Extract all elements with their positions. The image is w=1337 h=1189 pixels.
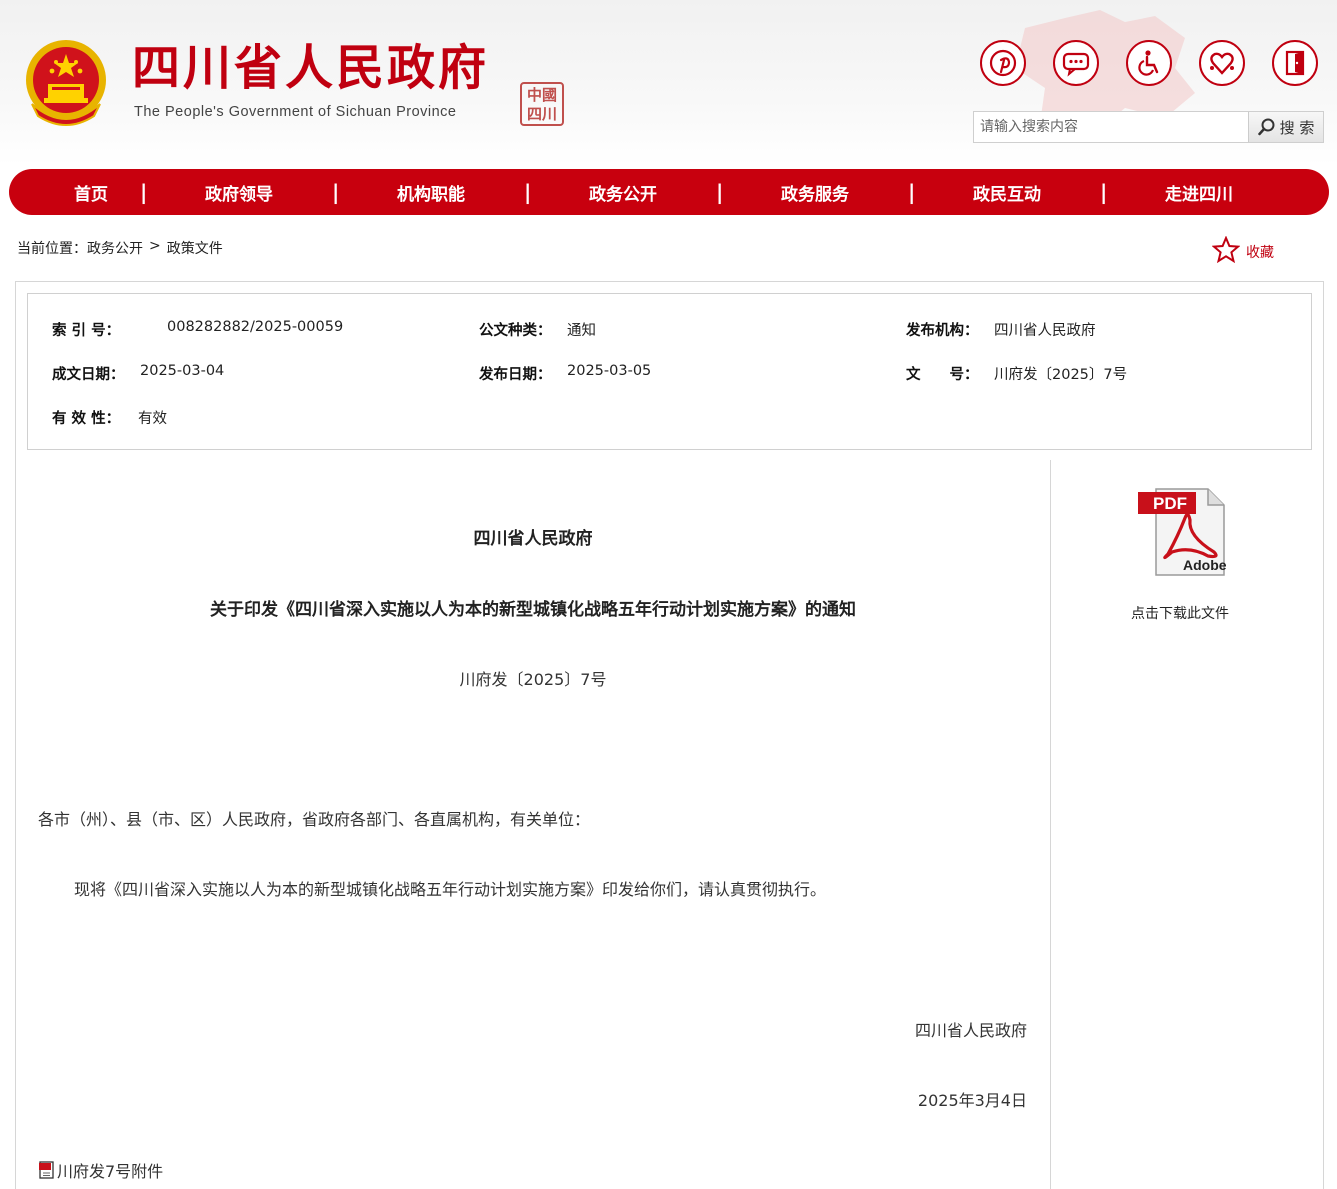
meta-doctype-label: 公文种类： (479, 323, 552, 339)
nav-item-home[interactable]: 首页 (53, 180, 129, 205)
document-icon (39, 1161, 54, 1179)
meta-doctype-value: 通知 (567, 323, 596, 339)
nav-item-services[interactable]: 政务服务 (765, 180, 865, 205)
meta-doctype: 公文种类： 通知 (479, 319, 596, 340)
main-nav: 首页 | 政府领导 | 机构职能 | 政务公开 | 政务服务 | 政民互动 | … (9, 169, 1329, 215)
meta-publisher-label: 发布机构： (906, 323, 979, 339)
search-input[interactable] (974, 112, 1248, 142)
meta-validity: 有 效 性： 有效 (52, 407, 167, 428)
meta-publisher-value: 四川省人民政府 (994, 323, 1096, 339)
pdf-brand-label: Adobe (1183, 557, 1226, 573)
meta-created-label: 成文日期： (52, 367, 125, 383)
quick-icon-bar (980, 40, 1318, 86)
search-button-label: 搜 索 (1279, 118, 1315, 137)
attachment-label: 川府发7号附件 (57, 1162, 164, 1181)
star-icon (1212, 236, 1240, 263)
document-title: 关于印发《四川省深入实施以人为本的新型城镇化战略五年行动计划实施方案》的通知 (210, 600, 856, 620)
site-title: 四川省人民政府 (132, 40, 490, 96)
meta-validity-label: 有 效 性： (52, 411, 121, 427)
breadcrumb-item-policy-docs[interactable]: 政策文件 (167, 238, 223, 258)
nav-separator: | (140, 180, 148, 204)
pdf-download-icon[interactable]: PDF Adobe (1138, 486, 1227, 578)
nav-separator: | (716, 180, 724, 204)
meta-published-label: 发布日期： (479, 367, 552, 383)
message-icon[interactable] (1053, 40, 1099, 86)
document-body: 现将《四川省深入实施以人为本的新型城镇化战略五年行动计划实施方案》印发给你们，请… (74, 880, 827, 899)
document-number: 川府发〔2025〕7号 (459, 670, 607, 689)
meta-created-value: 2025-03-04 (140, 363, 225, 379)
search-icon (1257, 118, 1275, 136)
breadcrumb-prefix: 当前位置： (17, 241, 87, 257)
favorite-button[interactable]: 收藏 (1212, 236, 1274, 263)
breadcrumb-item-gov-affairs[interactable]: 政务公开 (87, 238, 143, 258)
attachment-link[interactable]: 川府发7号附件 (38, 1158, 163, 1182)
document-signature: 四川省人民政府 (914, 1021, 1027, 1040)
nav-item-interaction[interactable]: 政民互动 (957, 180, 1057, 205)
nav-item-gov-affairs[interactable]: 政务公开 (573, 180, 673, 205)
meta-index-label: 索 引 号： (52, 323, 121, 339)
favorite-label: 收藏 (1246, 244, 1274, 261)
nav-separator: | (908, 180, 916, 204)
nav-item-about-sichuan[interactable]: 走进四川 (1149, 180, 1249, 205)
meta-validity-value: 有效 (138, 411, 167, 427)
search-button[interactable]: 搜 索 (1248, 112, 1323, 142)
meta-docno: 文 号： 川府发〔2025〕7号 (906, 363, 1127, 384)
pinterest-style-icon[interactable] (980, 40, 1026, 86)
meta-docno-label: 文 号： (906, 367, 979, 383)
metadata-table: 索 引 号： 008282882/2025-00059 公文种类： 通知 发布机… (27, 293, 1312, 450)
site-header: 四川省人民政府 The People's Government of Sichu… (0, 0, 1337, 165)
accessibility-icon[interactable] (1126, 40, 1172, 86)
meta-docno-value: 川府发〔2025〕7号 (994, 367, 1128, 383)
breadcrumb: 当前位置： 政务公开 > 政策文件 (17, 238, 223, 258)
download-link[interactable]: 点击下载此文件 (1080, 603, 1280, 623)
document-salutation: 各市（州）、县（市、区）人民政府，省政府各部门、各直属机构，有关单位： (38, 810, 591, 829)
nav-separator: | (524, 180, 532, 204)
meta-index-value: 008282882/2025-00059 (167, 319, 344, 335)
meta-created: 成文日期： 2025-03-04 (52, 363, 224, 384)
meta-index: 索 引 号： 008282882/2025-00059 (52, 319, 343, 340)
exit-door-icon[interactable] (1272, 40, 1318, 86)
meta-published: 发布日期： 2025-03-05 (479, 363, 651, 384)
meta-publisher: 发布机构： 四川省人民政府 (906, 319, 1096, 340)
column-divider (1050, 460, 1051, 1189)
pdf-badge: PDF (1153, 494, 1187, 513)
seal-logo: 中國 四川 (520, 82, 564, 126)
search-box: 搜 索 (973, 111, 1324, 143)
document-title-issuer: 四川省人民政府 (473, 529, 593, 549)
national-emblem-logo (26, 40, 106, 126)
nav-item-leaders[interactable]: 政府领导 (189, 180, 289, 205)
document-date: 2025年3月4日 (917, 1091, 1027, 1110)
nav-separator: | (1100, 180, 1108, 204)
heart-hands-icon[interactable] (1199, 40, 1245, 86)
meta-published-value: 2025-03-05 (567, 363, 652, 379)
breadcrumb-separator: > (149, 238, 161, 254)
nav-item-functions[interactable]: 机构职能 (381, 180, 481, 205)
site-subtitle: The People's Government of Sichuan Provi… (134, 104, 457, 120)
nav-separator: | (332, 180, 340, 204)
